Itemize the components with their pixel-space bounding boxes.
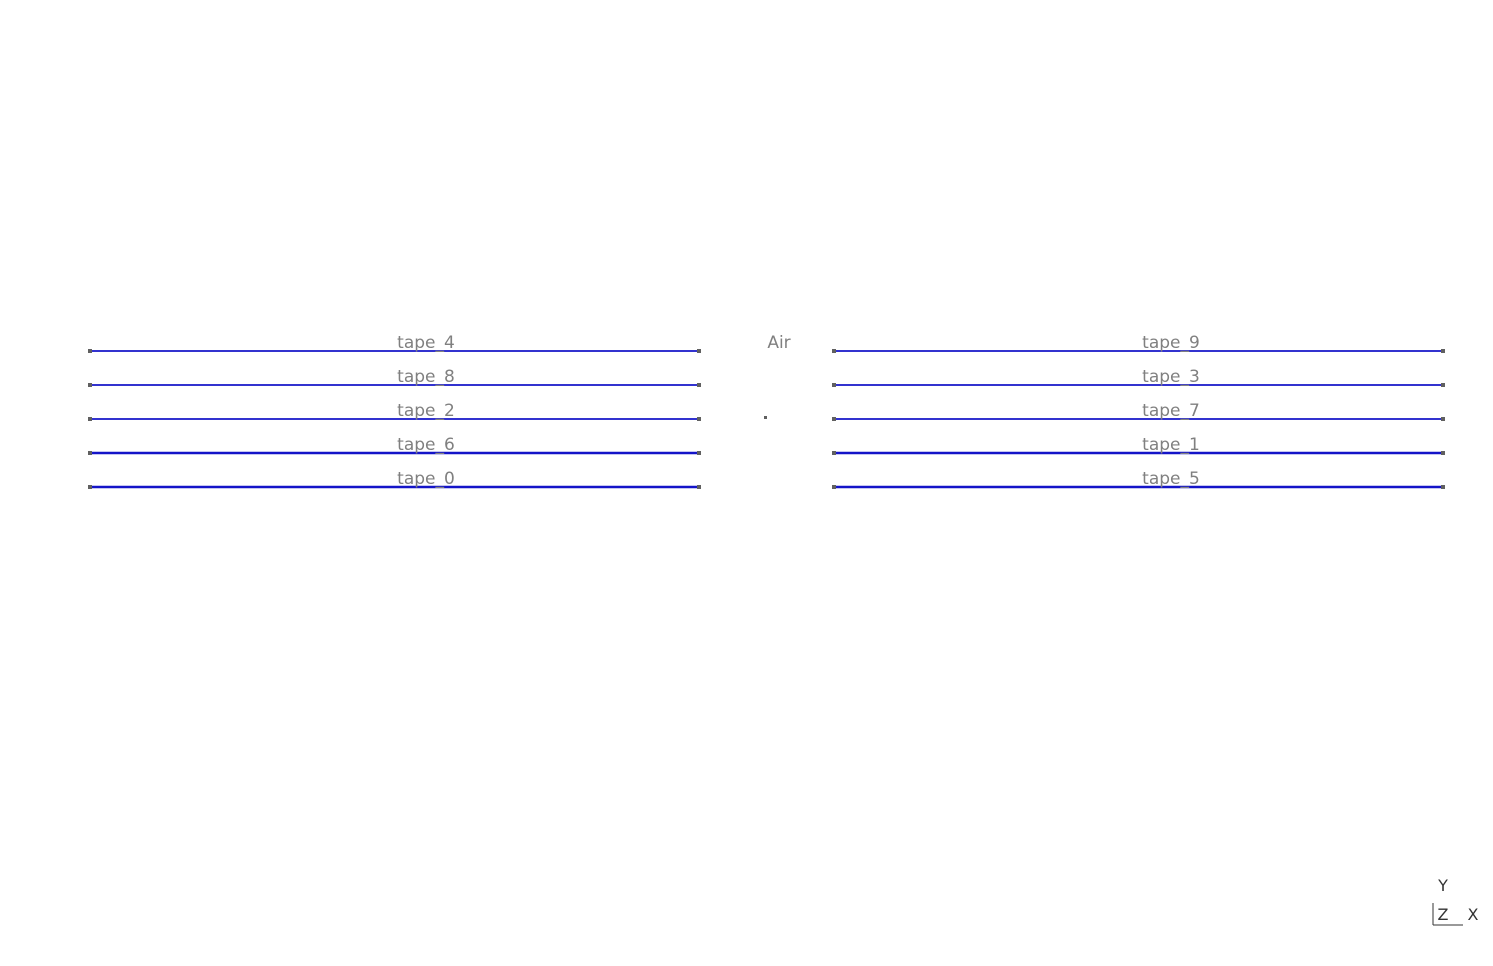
tape-endpoint-tape_0-start: [88, 485, 92, 489]
tape-endpoint-tape_6-end: [697, 451, 701, 455]
tape-label-tape_2: tape_2: [397, 401, 455, 421]
tape-label-tape_8: tape_8: [397, 367, 455, 387]
tape-endpoint-tape_0-end: [697, 485, 701, 489]
x-axis-label: X: [1468, 905, 1479, 924]
tape-label-tape_7: tape_7: [1142, 401, 1200, 421]
tape-endpoint-tape_7-start: [832, 417, 836, 421]
tape-label-tape_3: tape_3: [1142, 367, 1200, 387]
tape-endpoint-tape_9-start: [832, 349, 836, 353]
tape-endpoint-tape_3-end: [1441, 383, 1445, 387]
model-viewport[interactable]: tape_4 tape_9 tape_8 tape_3 tape_2 tape_7tape…: [0, 0, 1493, 966]
air-region-marker: [764, 416, 767, 419]
tape-label-tape_9: tape_9: [1142, 333, 1200, 353]
tape-endpoint-tape_1-start: [832, 451, 836, 455]
y-axis-label: Y: [1437, 876, 1448, 895]
air-region-label: Air: [767, 333, 790, 353]
tape-endpoint-tape_3-start: [832, 383, 836, 387]
axis-triad: Y Z X: [1432, 876, 1479, 926]
tape-label-tape_6: tape_6: [397, 435, 455, 455]
tape-label-tape_0: tape_0: [397, 469, 455, 489]
z-axis-label: Z: [1438, 905, 1449, 924]
tape-endpoint-tape_2-start: [88, 417, 92, 421]
tape-label-tape_4: tape_4: [397, 333, 455, 353]
tape-label-tape_1: tape_1: [1142, 435, 1200, 455]
tape-endpoint-tape_4-start: [88, 349, 92, 353]
tape-endpoint-tape_7-end: [1441, 417, 1445, 421]
tape-group: tape_4 tape_9 tape_8 tape_3 tape_2 tape_7tape…: [88, 333, 1445, 489]
tape-label-tape_5: tape_5: [1142, 469, 1200, 489]
tape-endpoint-tape_5-end: [1441, 485, 1445, 489]
tape-endpoint-tape_8-start: [88, 383, 92, 387]
tape-endpoint-tape_6-start: [88, 451, 92, 455]
tape-endpoint-tape_2-end: [697, 417, 701, 421]
tape-endpoint-tape_5-start: [832, 485, 836, 489]
tape-endpoint-tape_4-end: [697, 349, 701, 353]
tape-endpoint-tape_8-end: [697, 383, 701, 387]
tape-endpoint-tape_9-end: [1441, 349, 1445, 353]
tape-endpoint-tape_1-end: [1441, 451, 1445, 455]
